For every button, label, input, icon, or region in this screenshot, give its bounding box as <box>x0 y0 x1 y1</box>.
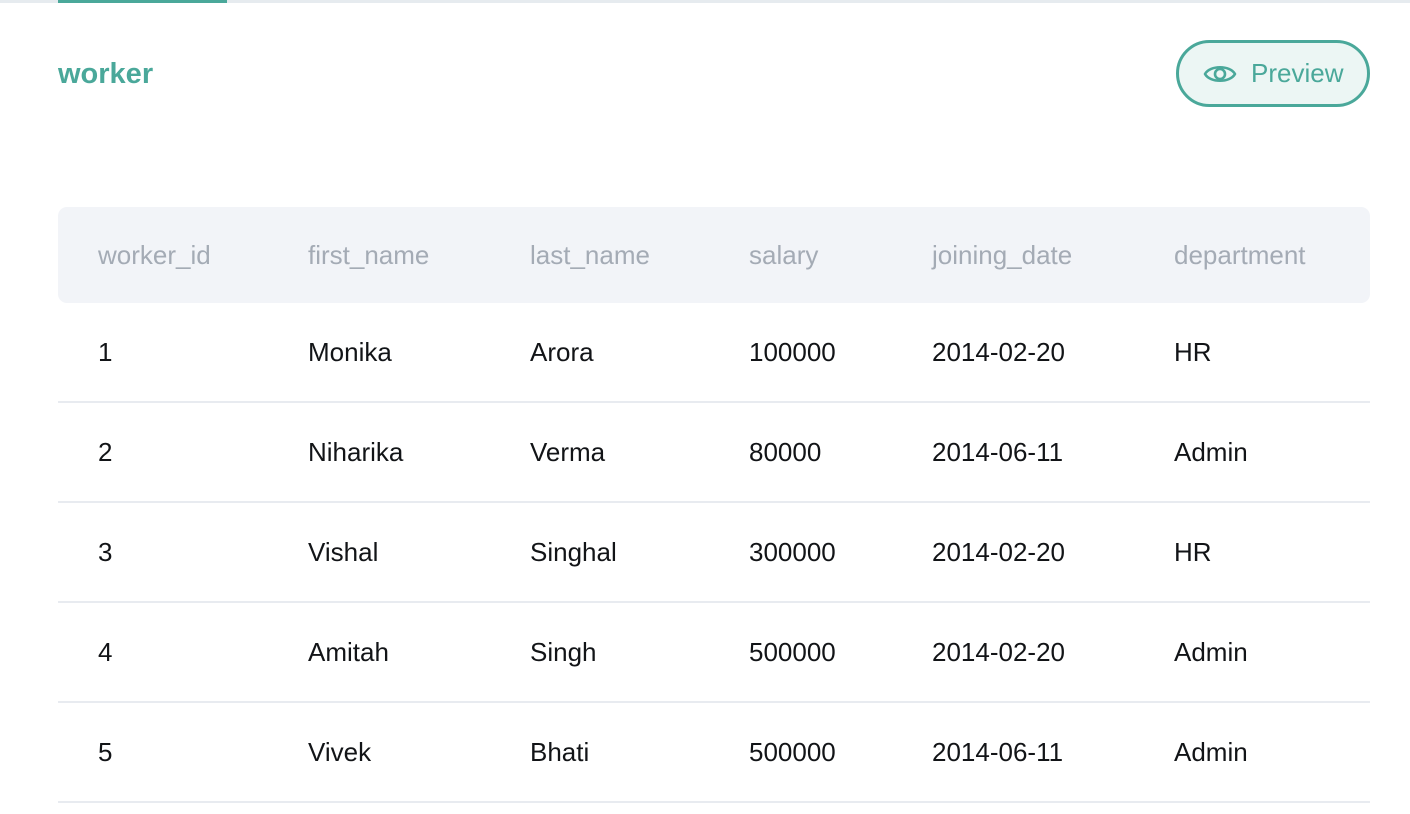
cell-last-name: Arora <box>530 303 749 403</box>
cell-salary: 300000 <box>749 502 932 603</box>
cell-worker-id: 5 <box>58 702 308 803</box>
cell-last-name: Verma <box>530 402 749 503</box>
cell-department: Admin <box>1174 402 1370 503</box>
cell-first-name: Niharika <box>308 402 530 503</box>
cell-worker-id: 2 <box>58 402 308 503</box>
cell-joining-date: 2014-02-20 <box>932 602 1174 703</box>
column-header-salary: salary <box>749 239 819 270</box>
column-header-joining-date: joining_date <box>932 239 1073 270</box>
table-row: 1 Monika Arora 100000 2014-02-20 HR <box>58 303 1370 403</box>
column-header-worker-id: worker_id <box>98 239 211 270</box>
column-header-first-name: first_name <box>308 239 430 270</box>
table-view: worker Preview worker_id first_name last… <box>0 0 1410 814</box>
cell-joining-date: 2014-02-20 <box>932 303 1174 403</box>
cell-last-name: Singhal <box>530 502 749 603</box>
table-row: 5 Vivek Bhati 500000 2014-06-11 Admin <box>58 702 1370 803</box>
cell-joining-date: 2014-02-20 <box>932 502 1174 603</box>
cell-first-name: Vishal <box>308 502 530 603</box>
eye-icon <box>1203 62 1237 86</box>
cell-department: Admin <box>1174 602 1370 703</box>
preview-button[interactable]: Preview <box>1176 40 1370 107</box>
cell-joining-date: 2014-06-11 <box>932 702 1174 803</box>
table-header: worker_id first_name last_name salary jo… <box>58 207 1370 303</box>
cell-salary: 100000 <box>749 303 932 403</box>
table-title: worker <box>58 58 154 90</box>
cell-worker-id: 1 <box>58 303 308 403</box>
table-body: 1 Monika Arora 100000 2014-02-20 HR 2 Ni… <box>58 303 1370 803</box>
cell-salary: 500000 <box>749 602 932 703</box>
cell-first-name: Amitah <box>308 602 530 703</box>
table-row: 3 Vishal Singhal 300000 2014-02-20 HR <box>58 502 1370 603</box>
cell-department: HR <box>1174 502 1370 603</box>
active-tab-indicator <box>58 0 227 3</box>
cell-department: Admin <box>1174 702 1370 803</box>
cell-first-name: Monika <box>308 303 530 403</box>
cell-worker-id: 3 <box>58 502 308 603</box>
cell-department: HR <box>1174 303 1370 403</box>
cell-worker-id: 4 <box>58 602 308 703</box>
table-row: 2 Niharika Verma 80000 2014-06-11 Admin <box>58 402 1370 503</box>
cell-last-name: Bhati <box>530 702 749 803</box>
data-table-container: worker_id first_name last_name salary jo… <box>58 207 1370 803</box>
table-row: 4 Amitah Singh 500000 2014-02-20 Admin <box>58 602 1370 703</box>
cell-last-name: Singh <box>530 602 749 703</box>
cell-salary: 80000 <box>749 402 932 503</box>
data-table: worker_id first_name last_name salary jo… <box>58 207 1370 803</box>
cell-salary: 500000 <box>749 702 932 803</box>
header-row: worker_id first_name last_name salary jo… <box>58 207 1370 303</box>
cell-joining-date: 2014-06-11 <box>932 402 1174 503</box>
preview-button-label: Preview <box>1251 58 1344 88</box>
cell-first-name: Vivek <box>308 702 530 803</box>
column-header-last-name: last_name <box>530 239 650 270</box>
column-header-department: department <box>1174 239 1306 270</box>
